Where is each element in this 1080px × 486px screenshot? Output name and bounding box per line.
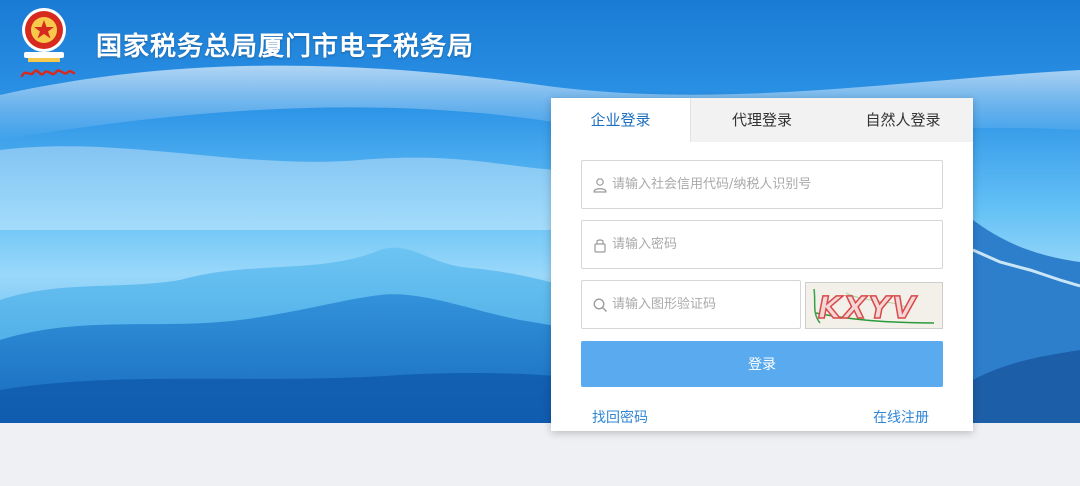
taxpayer-id-input[interactable] xyxy=(612,161,932,208)
captcha-image[interactable]: KXYV xyxy=(805,282,943,329)
lock-icon xyxy=(594,239,606,253)
search-icon xyxy=(593,298,607,312)
login-tabs: 企业登录 代理登录 自然人登录 xyxy=(551,98,973,142)
tab-enterprise-login[interactable]: 企业登录 xyxy=(551,98,691,142)
captcha-text: KXYV xyxy=(817,290,918,327)
login-panel: 企业登录 代理登录 自然人登录 KXYV 登录 找回密码 在线 xyxy=(551,98,973,431)
user-icon xyxy=(593,178,607,193)
login-button[interactable]: 登录 xyxy=(581,341,943,387)
taxpayer-id-field xyxy=(581,160,943,209)
captcha-input[interactable] xyxy=(612,281,792,328)
tab-agent-login[interactable]: 代理登录 xyxy=(691,98,833,142)
forgot-password-link[interactable]: 找回密码 xyxy=(592,407,648,427)
page-title: 国家税务总局厦门市电子税务局 xyxy=(96,32,475,62)
password-input[interactable] xyxy=(612,221,932,268)
tax-logo-script xyxy=(20,69,76,78)
captcha-field xyxy=(581,280,801,329)
password-field xyxy=(581,220,943,269)
tab-individual-login[interactable]: 自然人登录 xyxy=(833,98,973,142)
footer-background xyxy=(0,423,1080,486)
register-link[interactable]: 在线注册 xyxy=(873,407,929,427)
